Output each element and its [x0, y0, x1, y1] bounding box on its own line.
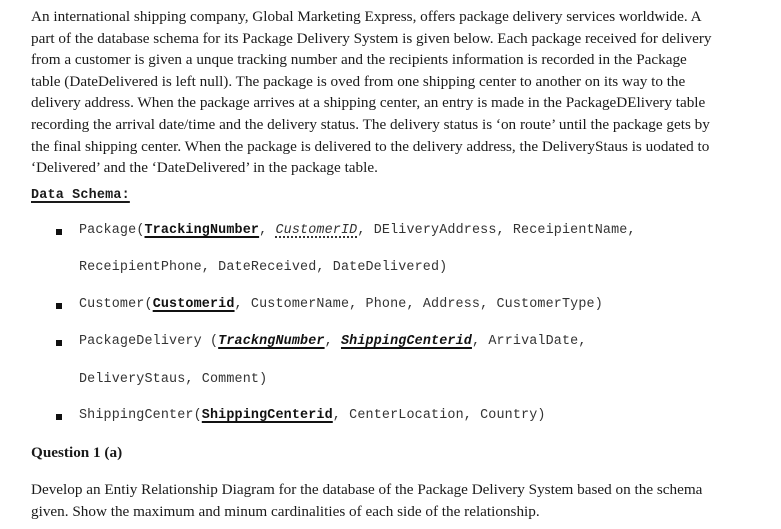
- shipping-center-attributes: , CenterLocation, Country): [332, 408, 546, 423]
- paren: (: [136, 223, 145, 238]
- primary-key-tracking-number: TrackingNumber: [144, 223, 260, 238]
- intro-line: table (DateDelivered is left null). The …: [31, 72, 686, 90]
- primary-key-shipping-center-id: ShippingCenterid: [201, 408, 333, 423]
- question-heading: Question 1 (a): [31, 444, 123, 461]
- primary-key-shipping-center-id: ShippingCenterid: [340, 334, 472, 349]
- schema-customer-line: Customer(Customerid, CustomerName, Phone…: [79, 297, 603, 312]
- bullet-icon: [56, 340, 62, 346]
- schema-package-line2: ReceipientPhone, DateReceived, DateDeliv…: [79, 260, 448, 275]
- customer-attributes: , CustomerName, Phone, Address, Customer…: [234, 297, 603, 312]
- question-line: given. Show the maximum and minum cardin…: [31, 502, 540, 520]
- primary-key-customer-id: Customerid: [152, 297, 235, 312]
- intro-line: the final shipping center. When the pack…: [31, 137, 710, 155]
- paren: (: [193, 408, 202, 423]
- separator: ,: [324, 334, 341, 349]
- intro-line: An international shipping company, Globa…: [31, 8, 702, 25]
- intro-line: from a customer is given a unque trackin…: [31, 51, 687, 69]
- primary-key-tracking-number: TrackngNumber: [218, 334, 325, 349]
- schema-package-delivery-line2: DeliveryStaus, Comment): [79, 372, 268, 387]
- schema-package-delivery-line1: PackageDelivery (TrackngNumber, Shipping…: [79, 334, 587, 349]
- intro-line: part of the database schema for its Pack…: [31, 29, 712, 47]
- package-attributes: , DEliveryAddress, ReceipientName,: [357, 223, 636, 238]
- table-name-package-delivery: PackageDelivery: [79, 334, 202, 349]
- bullet-icon: [56, 414, 62, 420]
- schema-package-line1: Package(TrackingNumber, CustomerID, DEli…: [79, 223, 636, 238]
- schema-shipping-center-line: ShippingCenter(ShippingCenterid, CenterL…: [79, 408, 546, 423]
- intro-line: ‘Delivered’ and the ‘DateDelivered’ in t…: [31, 159, 378, 177]
- intro-line: delivery address. When the package arriv…: [31, 94, 706, 112]
- intro-paragraph: An international shipping company, Globa…: [31, 6, 761, 179]
- bullet-icon: [56, 229, 62, 235]
- foreign-key-customer-id: CustomerID: [275, 223, 358, 238]
- question-line: Develop an Entiy Relationship Diagram fo…: [31, 481, 703, 498]
- paren: (: [201, 334, 219, 349]
- table-name-package: Package: [79, 223, 137, 238]
- schema-heading: Data Schema:: [31, 188, 130, 203]
- paren: (: [144, 297, 153, 312]
- separator: ,: [259, 223, 276, 238]
- table-name-customer: Customer: [79, 297, 145, 312]
- package-delivery-attributes: , ArrivalDate,: [471, 334, 587, 349]
- table-name-shipping-center: ShippingCenter: [79, 408, 194, 423]
- question-text: Develop an Entiy Relationship Diagram fo…: [31, 479, 771, 522]
- bullet-icon: [56, 303, 62, 309]
- intro-line: recording the arrival date/time and the …: [31, 115, 710, 133]
